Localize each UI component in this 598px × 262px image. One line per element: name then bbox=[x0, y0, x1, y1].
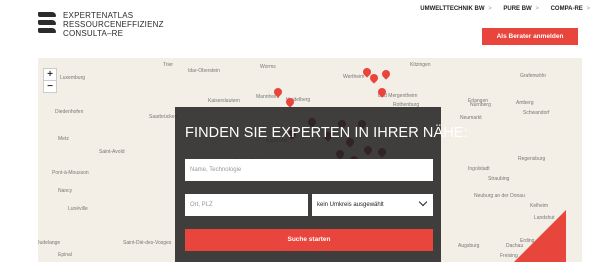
map-place-label: Metz bbox=[58, 136, 69, 142]
map-place-label: Nancy bbox=[58, 188, 73, 194]
logo-line-2: RESSOURCENEFFIZIENZ bbox=[63, 20, 164, 29]
map-place-label: Ingolstadt bbox=[468, 166, 490, 172]
map-place-label: Amberg bbox=[516, 100, 534, 106]
map-place-label: Trier bbox=[163, 62, 174, 68]
map-place-label: Epinal bbox=[58, 252, 72, 258]
chevron-right-icon: > bbox=[535, 6, 539, 12]
search-panel: FINDEN SIE EXPERTEN IN IHRER NÄHE: Name,… bbox=[175, 107, 468, 262]
map-place-label: Worms bbox=[260, 64, 276, 70]
map-place-label: Lunéville bbox=[68, 206, 88, 212]
chevron-right-icon: > bbox=[488, 6, 492, 12]
search-button[interactable]: Suche starten bbox=[185, 229, 433, 251]
register-consultant-button[interactable]: Als Berater anmelden bbox=[482, 28, 578, 45]
map-place-label: Wertheim bbox=[343, 74, 365, 80]
zoom-control: + − bbox=[43, 68, 57, 93]
nav-label: PURE BW bbox=[503, 6, 532, 12]
map-place-label: Straubing bbox=[488, 176, 510, 182]
map-place-label: Dudelange bbox=[38, 240, 61, 246]
map-place-label: Schwandorf bbox=[523, 110, 550, 116]
map-place-label: Saint-Dié-des-Vosges bbox=[123, 240, 172, 246]
chevron-down-icon bbox=[418, 197, 428, 207]
zoom-out-button[interactable]: − bbox=[44, 80, 56, 92]
top-navigation: UMWELTTECHNIK BW > PURE BW > COMPA-RE > bbox=[410, 6, 590, 12]
map-place-label: Pont-à-Mousson bbox=[52, 170, 89, 176]
nav-label: UMWELTTECHNIK BW bbox=[420, 6, 485, 12]
logo-line-3: CONSULTA–RE bbox=[63, 29, 124, 38]
map-place-label: Nürnberg bbox=[470, 102, 491, 108]
radius-select[interactable]: kein Umkreis ausgewählt bbox=[312, 194, 433, 216]
logo-line-1: EXPERTENATLAS bbox=[63, 11, 134, 20]
logo-text: EXPERTENATLAS RESSOURCENEFFIZIENZ CONSUL… bbox=[63, 11, 164, 38]
nav-label: COMPA-RE bbox=[550, 6, 583, 12]
nav-link-umwelttechnik[interactable]: UMWELTTECHNIK BW > bbox=[420, 6, 491, 12]
location-input[interactable]: Ort, PLZ bbox=[185, 194, 308, 216]
nav-link-compa-re[interactable]: COMPA-RE > bbox=[551, 6, 590, 12]
map-place-label: Neumarkt bbox=[460, 115, 482, 121]
map-place-label: Saarbrücken bbox=[149, 114, 178, 120]
map-place-label: Landshut bbox=[534, 215, 555, 221]
map-place-label: Neuburg an der Donau bbox=[474, 193, 525, 199]
map-place-label: Luxemburg bbox=[60, 75, 86, 81]
search-title: FINDEN SIE EXPERTEN IN IHRER NÄHE: bbox=[185, 125, 468, 141]
map-place-label: Regensburg bbox=[518, 156, 546, 162]
map-place-label: Grafenwöhr bbox=[520, 73, 547, 79]
radius-selected-value: kein Umkreis ausgewählt bbox=[317, 202, 384, 208]
map-place-label: Saint-Avold bbox=[99, 149, 125, 155]
map-place-label: Kaiserslautern bbox=[208, 98, 240, 104]
name-technology-input[interactable]: Name, Technologie bbox=[185, 159, 433, 181]
map-place-label: Kitzingen bbox=[410, 62, 431, 68]
map-marker-icon[interactable] bbox=[380, 68, 392, 80]
chevron-right-icon: > bbox=[586, 6, 590, 12]
map-place-label: Idar-Oberstein bbox=[188, 68, 220, 74]
zoom-in-button[interactable]: + bbox=[44, 69, 56, 80]
lion-logo-icon bbox=[38, 12, 58, 36]
site-header: EXPERTENATLAS RESSOURCENEFFIZIENZ CONSUL… bbox=[0, 0, 598, 58]
map-place-label: Erding bbox=[520, 238, 535, 244]
map-place-label: Augsburg bbox=[458, 243, 480, 249]
map-place-label: Kelheim bbox=[530, 203, 549, 209]
nav-link-pure-bw[interactable]: PURE BW > bbox=[503, 6, 539, 12]
map-place-label: Freising bbox=[500, 253, 518, 259]
map-place-label: Diedenhofen bbox=[55, 109, 84, 115]
